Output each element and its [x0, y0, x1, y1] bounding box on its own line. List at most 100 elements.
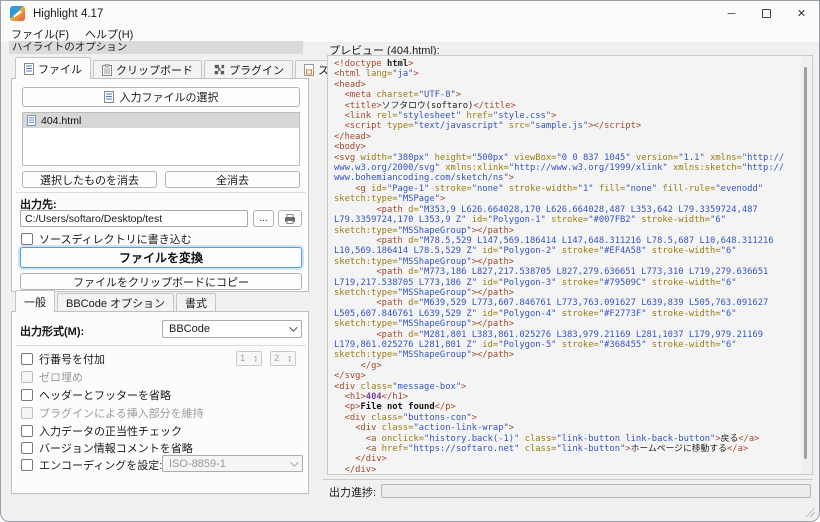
code-line: <link rel="stylesheet" href="style.css"> [334, 111, 798, 121]
checkbox-write-source-dir[interactable] [21, 233, 33, 245]
code-line: sketch:type="MSShapeGroup"></path> [334, 350, 798, 360]
file-icon [24, 63, 34, 75]
options-group-title: ハイライトのオプション [9, 41, 303, 54]
tab-file[interactable]: ファイル [15, 57, 91, 79]
code-line: L179,861.025276 L281,801 Z" id="Polygon-… [334, 340, 798, 350]
line-number-start-spinner[interactable]: 1 ▲▼ [236, 351, 262, 366]
code-line: sketch:type="MSShapeGroup"></path> [334, 319, 798, 329]
tab-plugins[interactable]: プラグイン [204, 60, 293, 79]
close-button[interactable]: ✕ [784, 1, 819, 26]
output-path-input[interactable] [20, 210, 248, 227]
menu-file[interactable]: ファイル(F) [11, 26, 69, 42]
checkbox-validate-input[interactable] [21, 425, 33, 437]
code-line: </div> [334, 454, 798, 464]
code-line: <div class="buttons-con"> [334, 413, 798, 423]
code-line: <g id="Page-1" stroke="none" stroke-widt… [334, 184, 798, 194]
spinner-value: 1 [240, 353, 245, 364]
scrollbar-thumb[interactable] [804, 67, 807, 459]
code-line: <title>ソフタロウ(softaro)</title> [334, 101, 798, 111]
tab-plugins-label: プラグイン [229, 62, 284, 78]
clear-selected-button[interactable]: 選択したものを消去 [22, 171, 157, 188]
spinner-arrows-icon[interactable]: ▲▼ [288, 355, 292, 363]
printer-icon [284, 214, 296, 224]
code-line: <html lang="ja"> [334, 69, 798, 79]
chevron-down-icon [289, 323, 297, 331]
spinner-arrows-icon[interactable]: ▲▼ [254, 355, 258, 363]
open-output-dir-button[interactable] [278, 210, 302, 227]
menu-help[interactable]: ヘルプ(H) [85, 26, 133, 42]
spinner-value: 2 [274, 353, 279, 364]
code-line: <div class="message-box"> [334, 382, 798, 392]
output-format-value: BBCode [169, 323, 210, 335]
select-input-files-label: 入力ファイルの選択 [120, 89, 219, 105]
line-number-width-spinner[interactable]: 2 ▲▼ [270, 351, 296, 366]
checkbox-zero-pad [21, 371, 33, 383]
tab-bbcode-options[interactable]: BBCode オプション [57, 293, 174, 312]
set-encoding-option[interactable]: エンコーディングを設定: [21, 457, 162, 473]
clipboard-icon [102, 64, 112, 76]
browse-button[interactable]: ... [253, 210, 274, 227]
code-line: </g> [334, 361, 798, 371]
file-item-label: 404.html [41, 115, 81, 127]
maximize-icon [762, 9, 771, 18]
preview-code-area[interactable]: <!doctype html><html lang="ja"><head> <m… [327, 55, 813, 475]
write-source-dir-option[interactable]: ソースディレクトリに書き込む [21, 231, 192, 247]
clear-all-button[interactable]: 全消去 [165, 171, 300, 188]
code-line: <h1>404</h1> [334, 392, 798, 402]
validate-input-option[interactable]: 入力データの正当性チェック [21, 423, 182, 439]
app-window: Highlight 4.17 ─ ✕ ファイル(F) ヘルプ(H) ハイライトの… [0, 0, 820, 522]
tab-general[interactable]: 一般 [15, 290, 55, 312]
code-line: </div> [334, 465, 798, 475]
code-line: <script type="text/javascript" src="samp… [334, 121, 798, 131]
code-line: </head> [334, 132, 798, 142]
script-file-icon [304, 64, 314, 76]
code-line: <path d="M773,186 L827,217.538705 L827,2… [334, 267, 798, 277]
omit-version-comment-option[interactable]: バージョン情報コメントを省略 [21, 440, 193, 456]
maximize-button[interactable] [749, 1, 784, 26]
checkbox-label: 行番号を付加 [39, 351, 105, 367]
code-line: L79.3359724,170 L353,9 Z" id="Polygon-1"… [334, 215, 798, 225]
code-line: <head> [334, 80, 798, 90]
output-progress-bar [381, 484, 811, 498]
select-input-files-button[interactable]: 入力ファイルの選択 [22, 87, 300, 107]
checkbox-keep-plugin-injection [21, 407, 33, 419]
file-tab-page: 入力ファイルの選択 404.html 選択したものを消去 全消去 出力先: ..… [11, 78, 309, 292]
code-line: <div class="action-link-wrap"> [334, 423, 798, 433]
convert-files-button[interactable]: ファイルを変換 [20, 247, 302, 268]
code-line: L10,569.186414 L78.5,529 Z" id="Polygon-… [334, 246, 798, 256]
encoding-value: ISO-8859-1 [169, 458, 226, 470]
encoding-select: ISO-8859-1 [162, 455, 303, 472]
code-line: www.bohemiancoding.com/sketch/ns"> [334, 173, 798, 183]
input-file-list[interactable]: 404.html [22, 112, 300, 166]
code-line: sketch:type="MSShapeGroup"></path> [334, 226, 798, 236]
option-tabs: 一般 BBCode オプション 書式 [15, 293, 218, 312]
divider [16, 345, 306, 346]
resize-grip[interactable] [804, 506, 815, 517]
chevron-down-icon [290, 458, 298, 466]
code-line: <a href="https://softaro.net" class="lin… [334, 444, 798, 454]
copy-to-clipboard-button[interactable]: ファイルをクリップボードにコピー [20, 273, 302, 290]
code-line: <path d="M639,529 L773,607.846761 L773,7… [334, 298, 798, 308]
add-line-numbers-option[interactable]: 行番号を付加 [21, 351, 105, 367]
code-line: <!doctype html> [334, 59, 798, 69]
code-line: sketch:type="MSShapeGroup"></path> [334, 257, 798, 267]
checkbox-label: ゼロ埋め [39, 369, 83, 385]
checkbox-omit-version-comment[interactable] [21, 442, 33, 454]
minimize-button[interactable]: ─ [714, 1, 749, 26]
omit-header-footer-option[interactable]: ヘッダーとフッターを省略 [21, 387, 171, 403]
checkbox-add-line-numbers[interactable] [21, 353, 33, 365]
checkbox-label: ソースディレクトリに書き込む [39, 231, 192, 247]
checkbox-set-encoding[interactable] [21, 459, 33, 471]
code-line: <svg width="380px" height="500px" viewBo… [334, 153, 798, 163]
preview-scrollbar[interactable] [801, 57, 811, 473]
divider [16, 192, 306, 193]
window-title: Highlight 4.17 [33, 8, 103, 20]
tab-clipboard[interactable]: クリップボード [93, 60, 202, 79]
tab-formatting[interactable]: 書式 [176, 293, 216, 312]
code-line: <path d="M78.5,529 L147,569.186414 L147,… [334, 236, 798, 246]
output-format-select[interactable]: BBCode [162, 320, 302, 338]
code-line: L719,217.538705 L773,186 Z" id="Polygon-… [334, 278, 798, 288]
checkbox-omit-header-footer[interactable] [21, 389, 33, 401]
list-item[interactable]: 404.html [23, 113, 299, 128]
code-line: www.w3.org/2000/svg" xmlns:xlink="http:/… [334, 163, 798, 173]
